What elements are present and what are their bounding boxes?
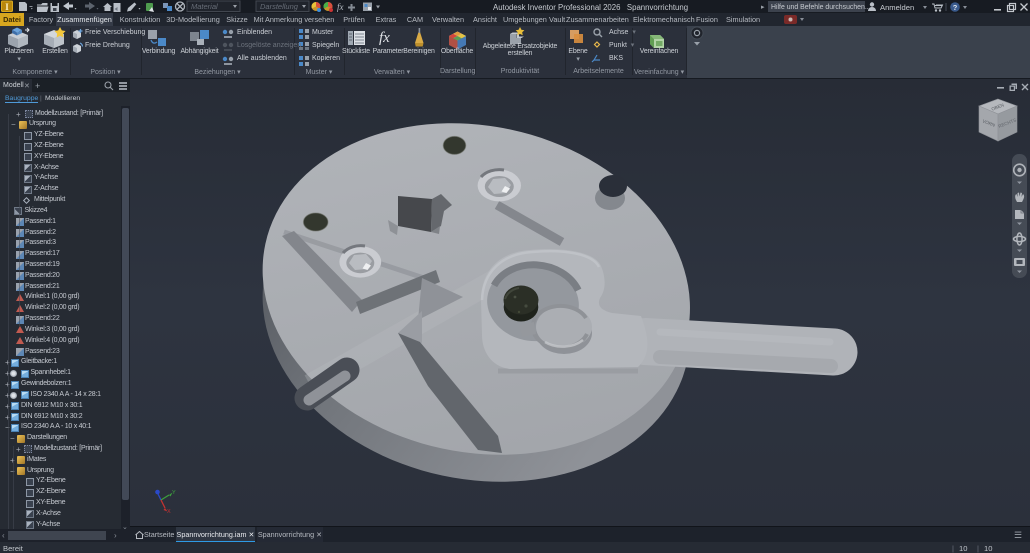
svg-text:fx: fx bbox=[337, 2, 344, 12]
svg-text:I: I bbox=[5, 2, 9, 12]
svg-text:Material: Material bbox=[191, 2, 218, 11]
svg-text:?: ? bbox=[953, 3, 958, 12]
svg-text:fx: fx bbox=[379, 30, 390, 46]
svg-text:Darstellung: Darstellung bbox=[260, 2, 299, 11]
svg-text:Y: Y bbox=[172, 490, 176, 496]
svg-text:Anmelden: Anmelden bbox=[880, 3, 914, 12]
svg-text:X: X bbox=[167, 509, 171, 515]
